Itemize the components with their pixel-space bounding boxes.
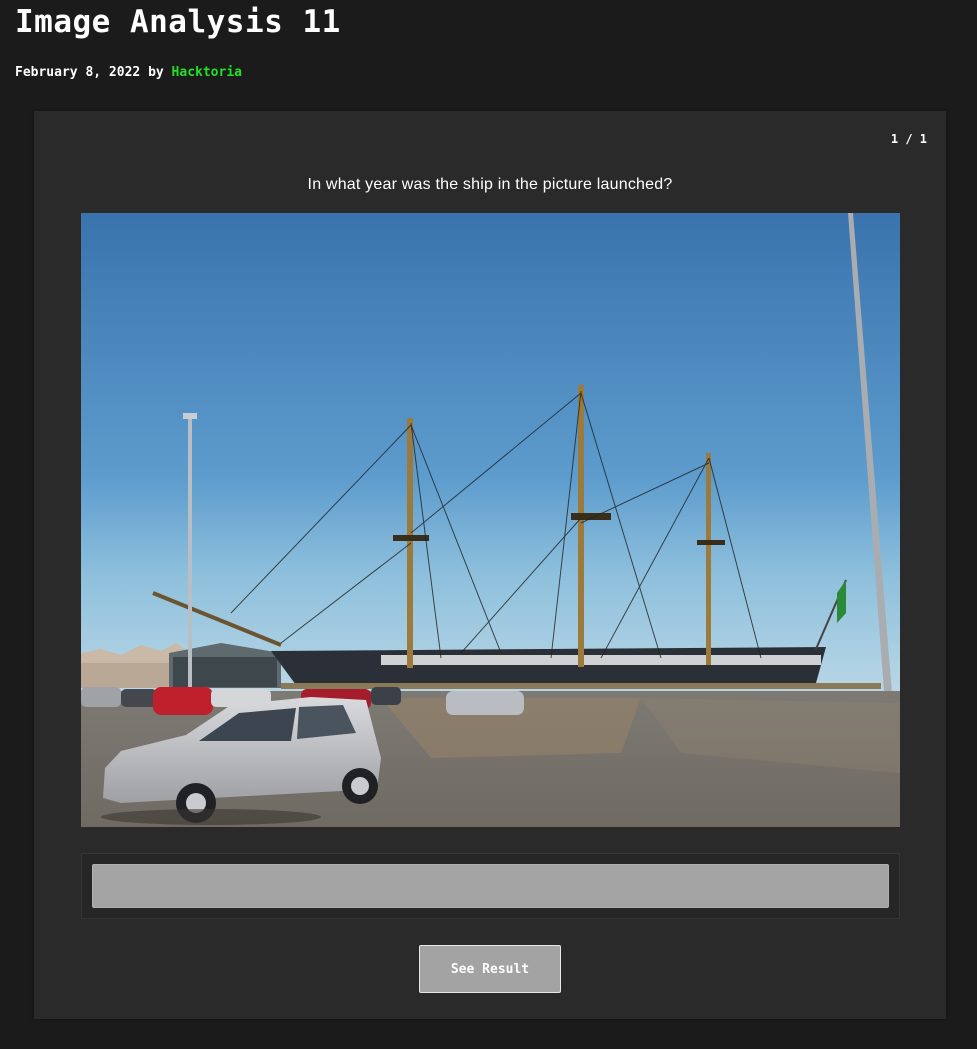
by-label: by [148, 65, 164, 80]
post-title: Image Analysis 11 [15, 4, 341, 40]
ship-photo [81, 213, 900, 827]
post-date: February 8, 2022 [15, 65, 141, 80]
answer-input[interactable] [92, 864, 889, 908]
answer-container [81, 853, 900, 919]
post-meta: February 8, 2022 by Hacktoria [15, 65, 242, 80]
see-result-button[interactable]: See Result [419, 945, 561, 993]
question-counter: 1 / 1 [890, 132, 927, 146]
question-text: In what year was the ship in the picture… [307, 176, 673, 193]
author-link[interactable]: Hacktoria [172, 65, 242, 80]
quiz-card: 1 / 1 In what year was the ship in the p… [34, 111, 946, 1019]
